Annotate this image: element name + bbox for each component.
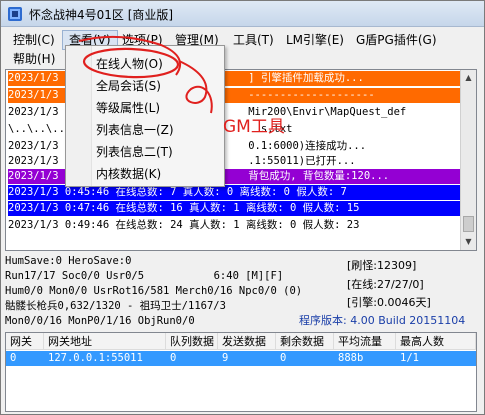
menu-icon-column <box>66 46 92 186</box>
column-header[interactable]: 网关 <box>6 333 44 350</box>
status-run: Run17/17 Soc0/0 Usr0/5 6:40 [M][F] <box>5 270 284 282</box>
table-cell: 9 <box>222 352 229 364</box>
log-line: 2023/1/3 0:49:46 在线总数: 24 真人数: 1 离线数: 0 … <box>8 219 360 231</box>
menu-control[interactable]: 控制(C) <box>7 30 61 50</box>
menu-g-shield-plugin[interactable]: G盾PG插件(G) <box>350 30 443 50</box>
menu-help[interactable]: 帮助(H) <box>7 49 61 69</box>
gateway-table: 网关 网关地址 队列数据 发送数据 剩余数据 平均流量 最高人数 0 127.0… <box>5 332 477 412</box>
table-cell: 888b <box>338 352 364 364</box>
menu-item-list-info-two[interactable]: 列表信息二(T) <box>96 142 173 162</box>
log-line: 2023/1/3 0:47:46 在线总数: 16 真人数: 1 离线数: 0 … <box>8 201 460 216</box>
table-cell: 127.0.0.1:55011 <box>48 352 143 364</box>
window-title: 怀念战神4号01区 [商业版] <box>29 8 174 22</box>
app-window: 怀念战神4号01区 [商业版] 控制(C) 查看(V) 选项(P) 管理(M) … <box>0 0 485 415</box>
menu-item-kernel-data[interactable]: 内核数据(K) <box>96 164 161 184</box>
app-icon <box>8 7 22 21</box>
table-cell: 0 <box>10 352 17 364</box>
menu-lm-engine[interactable]: LM引擎(E) <box>280 30 350 50</box>
program-version: 程序版本: 4.00 Build 20151104 <box>299 314 466 327</box>
annotation-gm-tool: GM工具 <box>223 117 285 137</box>
online-count: [在线:27/27/0] <box>347 278 424 291</box>
column-header[interactable]: 队列数据 <box>166 333 218 350</box>
scroll-up-arrow-icon[interactable]: ▲ <box>461 70 476 86</box>
status-mon: Mon0/0/16 MonP0/1/16 ObjRun0/0 <box>5 315 195 327</box>
status-monster: 骷髅长枪兵0,632/1320 - 祖玛卫士/1167/3 <box>5 300 226 312</box>
menu-item-level-attributes[interactable]: 等级属性(L) <box>96 98 160 118</box>
table-cell: 1/1 <box>400 352 419 364</box>
status-hum-save: HumSave:0 HeroSave:0 <box>5 255 132 267</box>
log-scrollbar[interactable]: ▲ ▼ <box>460 70 476 250</box>
column-header[interactable]: 平均流量 <box>334 333 396 350</box>
log-line: 2023/1/3 0:45:46 在线总数: 7 真人数: 0 离线数: 0 假… <box>8 185 460 200</box>
menu-tools[interactable]: 工具(T) <box>227 30 280 50</box>
engine-uptime: [引擎:0.0046天] <box>347 296 431 309</box>
column-header[interactable]: 发送数据 <box>218 333 276 350</box>
column-header[interactable]: 网关地址 <box>44 333 166 350</box>
table-cell: 0 <box>280 352 287 364</box>
table-cell: 0 <box>170 352 177 364</box>
scroll-thumb[interactable] <box>463 216 474 232</box>
refresh-count: [刷怪:12309] <box>347 259 417 272</box>
status-hum: Hum0/0 Mon0/0 UsrRot16/581 Merch0/16 Npc… <box>5 285 303 297</box>
view-menu-dropdown: 在线人物(O) 全局会话(S) 等级属性(L) 列表信息一(Z) 列表信息二(T… <box>65 45 225 187</box>
title-bar[interactable]: 怀念战神4号01区 [商业版] <box>1 1 484 27</box>
menu-item-list-info-one[interactable]: 列表信息一(Z) <box>96 120 174 140</box>
menu-item-online-players[interactable]: 在线人物(O) <box>96 54 163 74</box>
menu-item-global-session[interactable]: 全局会话(S) <box>96 76 161 96</box>
scroll-down-arrow-icon[interactable]: ▼ <box>461 234 476 250</box>
column-header[interactable]: 剩余数据 <box>276 333 334 350</box>
column-header[interactable]: 最高人数 <box>396 333 476 350</box>
